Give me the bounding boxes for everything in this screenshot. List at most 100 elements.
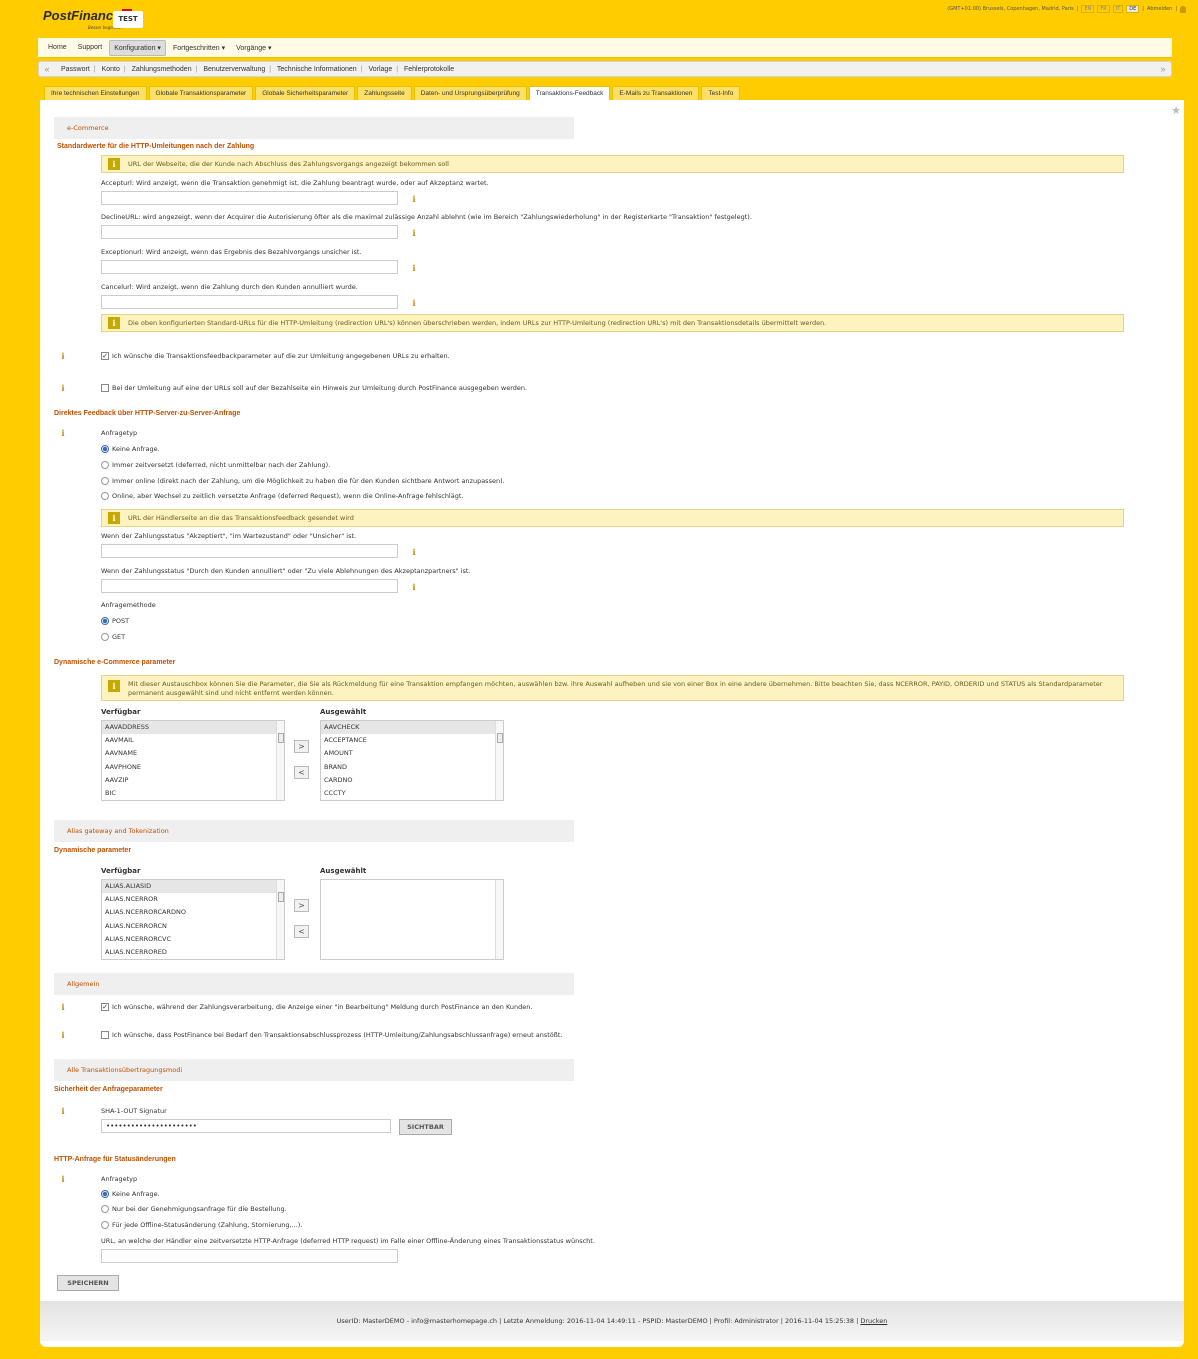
feedback-params-info-icon[interactable]: i (58, 351, 68, 361)
feedback-url2-info-icon[interactable]: i (409, 582, 419, 592)
menu-support[interactable]: Support (74, 41, 107, 54)
list-item[interactable]: BIC (102, 787, 284, 800)
menu-fortgeschritten[interactable]: Fortgeschritten ▾ (169, 41, 229, 55)
list-scrollbar[interactable] (276, 721, 284, 800)
cancelurl-info-icon[interactable]: i (409, 298, 419, 308)
list-scrollbar[interactable] (276, 880, 284, 959)
scroll-left-icon[interactable]: « (39, 64, 55, 74)
list-item[interactable]: ALIAS.NCERRORED (102, 946, 284, 959)
cancelurl-input[interactable] (101, 295, 398, 309)
tab-zahlungsseite[interactable]: Zahlungsseite (357, 86, 412, 100)
radio-always-deferred[interactable] (101, 461, 109, 469)
exceptionurl-input[interactable] (101, 260, 398, 274)
feedback-params-checkbox[interactable]: ✓ (101, 352, 109, 360)
list-scrollbar[interactable] (495, 721, 503, 800)
deferred-url-input[interactable] (101, 1249, 398, 1263)
list-item[interactable]: AAVMAIL (102, 734, 284, 747)
list-item[interactable]: ALIAS.NCERRORCN (102, 920, 284, 933)
processing-msg-info-icon[interactable]: i (58, 1002, 68, 1012)
list-item[interactable]: BRAND (321, 761, 503, 774)
accepturl-input[interactable] (101, 191, 398, 205)
retrigger-checkbox[interactable] (101, 1031, 109, 1039)
alias-selected-list[interactable] (320, 879, 504, 960)
radio-always-online-label: Immer online (direkt nach der Zahlung, u… (112, 477, 505, 485)
request-type-label: Anfragetyp (101, 429, 138, 437)
list-item[interactable]: AAVNAME (102, 747, 284, 760)
feedback-url1-info-icon[interactable]: i (409, 547, 419, 557)
menu-konfiguration[interactable]: Konfiguration ▾ (109, 39, 166, 56)
favorite-star-icon[interactable]: ★ (1171, 104, 1181, 117)
lang-de[interactable]: DE (1126, 5, 1140, 13)
radio-status-each-offline[interactable] (101, 1221, 109, 1229)
dyn-available-list[interactable]: AAVADDRESS AAVMAIL AAVNAME AAVPHONE AAVZ… (101, 720, 285, 801)
submenu-vorlage[interactable]: Vorlage (368, 66, 392, 73)
tab-daten-ursprungspruefung[interactable]: Daten- und Ursprungsüberprüfung (413, 86, 527, 100)
save-button[interactable]: SPEICHERN (57, 1275, 119, 1291)
status-request-info-icon[interactable]: i (58, 1174, 68, 1184)
move-right-button[interactable]: > (294, 740, 309, 753)
accepturl-info-icon[interactable]: i (409, 194, 419, 204)
list-item[interactable]: AAVADDRESS (102, 721, 284, 735)
dyn-selected-list[interactable]: AAVCHECK ACCEPTANCE AMOUNT BRAND CARDNO … (320, 720, 504, 801)
lang-en[interactable]: EN (1081, 5, 1095, 13)
menu-vorgaenge[interactable]: Vorgänge ▾ (232, 41, 275, 55)
alias-move-left-button[interactable]: < (294, 925, 309, 938)
alias-available-list[interactable]: ALIAS.ALIASID ALIAS.NCERROR ALIAS.NCERRO… (101, 879, 285, 960)
list-item[interactable]: CARDNO (321, 774, 503, 787)
list-item[interactable]: ACCEPTANCE (321, 734, 503, 747)
tab-emails-transaktionen[interactable]: E-Mails zu Transaktionen (612, 86, 700, 100)
redirect-hint-checkbox[interactable] (101, 384, 109, 392)
logout-link[interactable]: Abmelden (1147, 6, 1172, 12)
tab-test-info[interactable]: Test-Info (701, 86, 741, 100)
show-signature-button[interactable]: SICHTBAR (399, 1119, 452, 1135)
tab-globale-sicherheitsparameter[interactable]: Globale Sicherheitsparameter (255, 86, 356, 100)
tab-transaktions-feedback[interactable]: Transaktions-Feedback (528, 86, 611, 100)
retrigger-info-icon[interactable]: i (58, 1030, 68, 1040)
list-item[interactable]: CCCTY (321, 787, 503, 800)
submenu-fehlerprotokolle[interactable]: Fehlerprotokolle (404, 66, 454, 73)
list-item[interactable]: ALIAS.ALIASID (102, 880, 284, 894)
list-item[interactable]: ALIAS.NCERRORCVC (102, 933, 284, 946)
radio-method-post[interactable] (101, 617, 109, 625)
radio-online-fallback[interactable] (101, 492, 109, 500)
radio-always-online[interactable] (101, 477, 109, 485)
list-item[interactable]: AAVCHECK (321, 721, 503, 735)
exceptionurl-info-icon[interactable]: i (409, 263, 419, 273)
request-type-info-icon[interactable]: i (58, 428, 68, 438)
submenu-konto[interactable]: Konto (102, 66, 120, 73)
lang-fr[interactable]: FR (1097, 5, 1110, 13)
sha-out-input[interactable]: •••••••••••••••••••••• (101, 1119, 391, 1133)
list-scrollbar[interactable] (495, 880, 503, 959)
list-item[interactable]: AMOUNT (321, 747, 503, 760)
tab-technische-einstellungen[interactable]: Ihre technischen Einstellungen (44, 86, 147, 100)
list-item[interactable]: AAVPHONE (102, 761, 284, 774)
radio-status-none[interactable] (101, 1190, 109, 1198)
list-item[interactable]: AAVZIP (102, 774, 284, 787)
section-ecommerce: e-Commerce (54, 117, 574, 139)
print-link[interactable]: Drucken (860, 1317, 887, 1325)
submenu-passwort[interactable]: Passwort (61, 66, 90, 73)
tab-globale-transaktionsparameter[interactable]: Globale Transaktionsparameter (148, 86, 254, 100)
menu-home[interactable]: Home (44, 41, 71, 54)
list-item[interactable]: ALIAS.NCERRORCARDNO (102, 906, 284, 919)
radio-method-get[interactable] (101, 633, 109, 641)
list-item[interactable]: ALIAS.NCERROR (102, 893, 284, 906)
sha-info-icon[interactable]: i (58, 1106, 68, 1116)
move-left-button[interactable]: < (294, 766, 309, 779)
feedback-url1-input[interactable] (101, 544, 398, 558)
declineurl-input[interactable] (101, 225, 398, 239)
processing-msg-checkbox[interactable]: ✓ (101, 1003, 109, 1011)
feedback-url2-input[interactable] (101, 579, 398, 593)
radio-no-request[interactable] (101, 445, 109, 453)
lang-it[interactable]: IT (1112, 5, 1124, 13)
redirect-hint-info-icon[interactable]: i (58, 383, 68, 393)
scroll-right-icon[interactable]: » (1155, 64, 1171, 74)
submenu-zahlungsmethoden[interactable]: Zahlungsmethoden (132, 66, 192, 73)
radio-status-authorization[interactable] (101, 1205, 109, 1213)
radio-method-get-label: GET (112, 633, 126, 641)
declineurl-info-icon[interactable]: i (409, 228, 419, 238)
submenu-benutzerverwaltung[interactable]: Benutzerverwaltung (203, 66, 265, 73)
alias-move-right-button[interactable]: > (294, 899, 309, 912)
user-icon[interactable] (1180, 5, 1186, 13)
submenu-technische-informationen[interactable]: Technische Informationen (277, 66, 357, 73)
